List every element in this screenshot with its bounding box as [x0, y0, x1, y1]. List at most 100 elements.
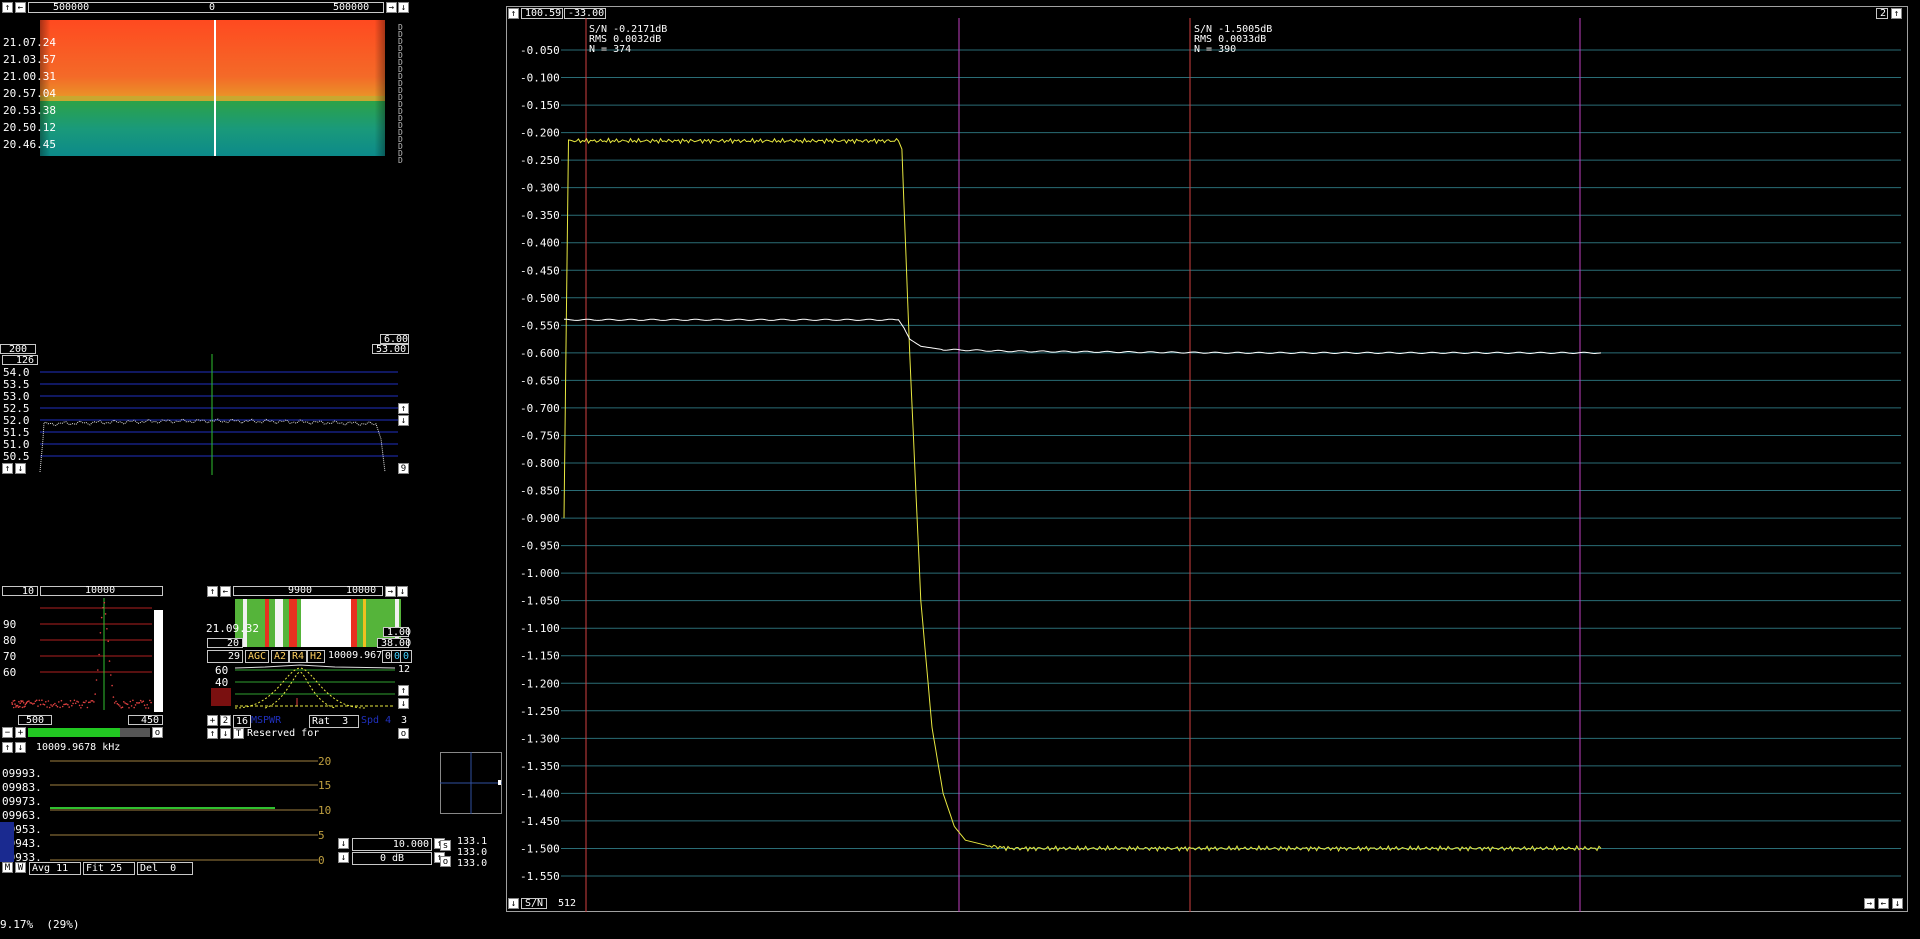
main-y-tick-label: -0.950	[520, 540, 560, 553]
hires-point	[149, 700, 151, 702]
waterfall-top-value[interactable]: 6.00	[380, 334, 409, 344]
main-bottom-label[interactable]: S/N	[521, 898, 547, 909]
meter-del[interactable]: Del 0	[137, 862, 193, 875]
hires-o-button[interactable]: o	[152, 727, 163, 738]
arrow-down-icon[interactable]: ↓	[398, 2, 409, 13]
freq-center: 0	[209, 2, 215, 13]
arrow-down-icon[interactable]: ↓	[398, 415, 409, 426]
plus-icon[interactable]: +	[15, 727, 26, 738]
hires-point	[145, 707, 147, 709]
arrow-up-icon[interactable]: ↑	[2, 463, 13, 474]
hires-point	[57, 706, 59, 708]
hires-point	[37, 705, 39, 707]
plus-icon[interactable]: +	[207, 715, 218, 726]
meter-avg[interactable]: Avg 11	[29, 862, 81, 875]
waterfall-bottom-value[interactable]: 53.00	[372, 344, 409, 354]
arrow-left-icon[interactable]: ←	[1878, 898, 1889, 909]
baseband-time: 21.09.32	[206, 622, 259, 635]
hires-point	[114, 702, 116, 704]
scope-n3: 133.0	[457, 858, 487, 869]
hires-point	[100, 632, 102, 634]
arrow-down-icon[interactable]: ↓	[397, 586, 408, 597]
baseband-box-r2[interactable]: 38.00	[377, 638, 409, 648]
meter-scale-label: 0	[318, 854, 325, 867]
main-y-tick-label: -0.450	[520, 264, 560, 277]
waterfall-image	[40, 20, 385, 156]
meter-fit[interactable]: Fit 25	[83, 862, 135, 875]
hires-point	[54, 703, 56, 705]
arrow-left-icon[interactable]: ←	[15, 2, 26, 13]
hires-level-bar[interactable]	[28, 728, 150, 737]
hires-point	[117, 703, 119, 705]
hires-point	[72, 703, 74, 705]
arrow-up-icon[interactable]: ↑	[398, 403, 409, 414]
baseband-row-2[interactable]: 2	[220, 715, 231, 726]
baseband-o-button[interactable]: o	[398, 728, 409, 739]
hires-point	[58, 701, 60, 703]
main-y-tick-label: -1.400	[520, 787, 560, 800]
main-y-tick-label: -1.550	[520, 870, 560, 883]
hires-point	[49, 707, 51, 709]
arrow-up-icon[interactable]: ↑	[207, 728, 218, 739]
small-val2[interactable]: 0 dB	[352, 852, 432, 865]
main-y-tick-label: -1.350	[520, 760, 560, 773]
hires-point	[111, 685, 113, 687]
arrow-down-icon[interactable]: ↓	[220, 728, 231, 739]
spectrum-y-label: 50.5	[3, 450, 30, 463]
main-y-tick-label: -1.100	[520, 622, 560, 635]
hires-point	[106, 628, 108, 630]
arrow-up-icon[interactable]: ↑	[207, 586, 218, 597]
hires-bottom-left[interactable]: 500	[18, 715, 52, 725]
scope-panel: s o 133.1 133.0 133.0	[440, 752, 502, 870]
waterfall-time-label: 20.53.38	[3, 104, 56, 117]
baseband-blue-field-2[interactable]: Spd 4	[361, 715, 401, 726]
main-bottom-num: 512	[558, 898, 576, 909]
hires-point	[81, 704, 83, 706]
hires-bottom-right[interactable]: 450	[128, 715, 163, 725]
arrow-right-icon[interactable]: →	[1864, 898, 1875, 909]
rat-control[interactable]: Rat 3	[309, 715, 359, 728]
arrow-down-icon[interactable]: ↓	[1892, 898, 1903, 909]
spectrum-right-value[interactable]: 9	[398, 463, 409, 474]
baseband-blue-field[interactable]: MSPWR	[251, 715, 306, 726]
hires-point	[28, 700, 30, 702]
arrow-up-icon[interactable]: ↑	[2, 2, 13, 13]
hires-point	[44, 704, 46, 706]
hires-point	[50, 704, 52, 706]
arrow-down-icon[interactable]: ↓	[15, 463, 26, 474]
meter-m-button[interactable]: M	[2, 862, 13, 873]
arrow-down-icon[interactable]: ↓	[508, 898, 519, 909]
baseband-box-l[interactable]: 20	[207, 638, 243, 648]
hires-point	[141, 701, 143, 703]
scope-o-button[interactable]: o	[440, 856, 451, 867]
small-val1[interactable]: 10.000	[352, 838, 432, 851]
baseband-freq-scale: 9900 10000	[233, 586, 383, 596]
arrow-right-icon[interactable]: →	[386, 2, 397, 13]
arrow-down-icon[interactable]: ↓	[338, 852, 349, 863]
baseband-row-16[interactable]: 16	[233, 715, 251, 728]
hires-point	[97, 669, 99, 671]
hires-point	[39, 700, 41, 702]
freq-left: 500000	[53, 2, 89, 13]
minus-icon[interactable]: −	[2, 727, 13, 738]
waterfall-left-value[interactable]: 200	[0, 344, 36, 354]
arrow-down-icon[interactable]: ↓	[398, 698, 409, 709]
baseband-box-r1[interactable]: 1.00	[383, 627, 409, 637]
arrow-up-icon[interactable]: ↑	[398, 685, 409, 696]
arrow-down-icon[interactable]: ↓	[338, 838, 349, 849]
hires-point	[79, 705, 81, 707]
info-icon[interactable]: T	[233, 728, 244, 739]
arrow-left-icon[interactable]: ←	[220, 586, 231, 597]
hires-point	[17, 705, 19, 707]
scope-s-button[interactable]: s	[440, 840, 451, 851]
meter-w-button[interactable]: W	[15, 862, 26, 873]
arrow-right-icon[interactable]: →	[385, 586, 396, 597]
hires-point	[93, 701, 95, 703]
main-y-tick-label: -1.500	[520, 842, 560, 855]
meter-scale-label: 15	[318, 779, 331, 792]
hires-point	[109, 660, 111, 662]
meter-plot: 09993.09983.09973.09963.09953.09943.0993…	[0, 742, 335, 874]
baseband-filter-plot: 604020	[205, 662, 410, 718]
meter-scale-label: 5	[318, 829, 325, 842]
hires-y-label: 90	[3, 618, 16, 631]
